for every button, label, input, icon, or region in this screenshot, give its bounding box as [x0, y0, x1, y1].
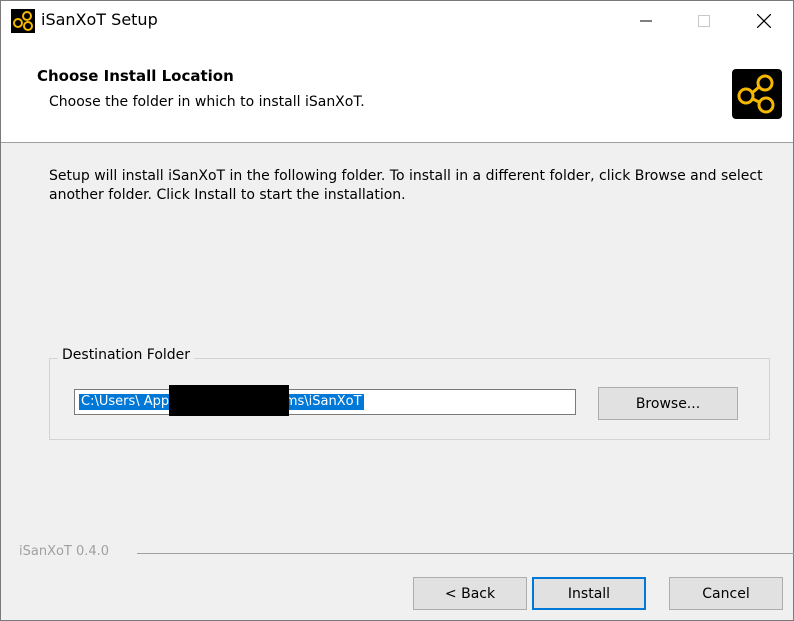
destination-path-input[interactable]: C:\Users\ AppData\Local\Programs\iSanXoT: [74, 385, 576, 416]
close-icon: [757, 14, 771, 28]
isanxot-logo-icon: [732, 69, 782, 119]
separator-line: [137, 553, 794, 554]
browse-button[interactable]: Browse...: [598, 387, 738, 420]
install-button[interactable]: Install: [532, 577, 646, 610]
back-button[interactable]: < Back: [413, 577, 527, 610]
destination-folder-label: Destination Folder: [58, 347, 195, 363]
page-header: Choose Install Location Choose the folde…: [1, 41, 793, 143]
setup-window: iSanXoT Setup Choose Install Location Ch…: [0, 0, 794, 621]
maximize-button[interactable]: [675, 1, 733, 41]
version-separator: iSanXoT 0.4.0: [19, 544, 794, 560]
version-label: iSanXoT 0.4.0: [19, 544, 110, 559]
isanxot-logo-icon: [11, 9, 35, 33]
page-title: Choose Install Location: [37, 67, 234, 85]
close-button[interactable]: [735, 1, 793, 41]
redaction-block: [169, 385, 289, 416]
window-title: iSanXoT Setup: [41, 10, 158, 29]
install-description: Setup will install iSanXoT in the follow…: [49, 168, 763, 203]
maximize-icon: [698, 15, 710, 27]
cancel-button[interactable]: Cancel: [669, 577, 783, 610]
title-bar[interactable]: iSanXoT Setup: [1, 1, 793, 41]
minimize-icon: [640, 20, 652, 22]
page-subtitle: Choose the folder in which to install iS…: [49, 94, 365, 110]
minimize-button[interactable]: [617, 1, 675, 41]
